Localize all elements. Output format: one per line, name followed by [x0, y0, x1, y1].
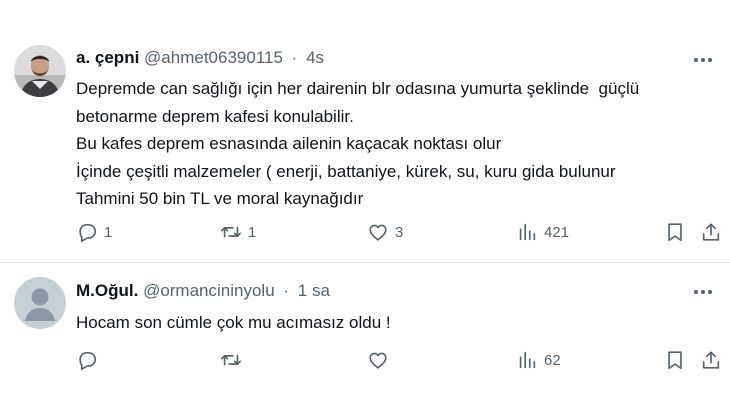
display-name[interactable]: a. çepni: [76, 48, 139, 67]
more-options-button[interactable]: [690, 50, 716, 70]
retweet-count: 1: [248, 223, 257, 241]
bookmark-button[interactable]: [664, 347, 686, 373]
views-bar-chart-icon: [519, 351, 536, 369]
tweet-header: M.Oğul. @ormancininyolu · 1 sa: [76, 281, 330, 301]
tweet-header: a. çepni @ahmet06390115 · 4s: [76, 48, 324, 68]
share-upload-icon: [702, 223, 720, 241]
bookmark-icon: [668, 351, 682, 370]
timestamp[interactable]: 1 sa: [298, 281, 330, 300]
like-button[interactable]: 3: [367, 219, 403, 245]
separator-dot: ·: [283, 281, 290, 300]
bookmark-icon: [668, 223, 682, 242]
retweet-icon: [221, 226, 241, 238]
user-photo-avatar-icon: [14, 45, 66, 97]
reply-count: 1: [104, 223, 113, 241]
separator-dot: ·: [291, 48, 298, 67]
view-count: 62: [544, 351, 561, 369]
tweet-text-line: İçinde çeşitli malzemeler ( enerji, batt…: [76, 161, 616, 181]
reply-button[interactable]: 1: [76, 219, 112, 245]
reply-button[interactable]: [76, 347, 104, 373]
like-count: 3: [395, 223, 404, 241]
heart-icon: [369, 352, 387, 369]
share-upload-icon: [702, 351, 720, 369]
retweet-icon: [221, 354, 241, 366]
more-options-button[interactable]: [690, 282, 716, 302]
tweet-text-line: Tahmini 50 bin TL ve moral kaynağıdır: [76, 189, 364, 208]
timestamp[interactable]: 4s: [306, 48, 324, 67]
retweet-button[interactable]: 1: [220, 219, 256, 245]
avatar[interactable]: [14, 45, 66, 97]
display-name[interactable]: M.Oğul.: [76, 281, 138, 300]
share-button[interactable]: [700, 347, 722, 373]
more-horizontal-icon: [694, 290, 712, 294]
avatar[interactable]: [14, 277, 66, 329]
views-button[interactable]: 421: [516, 219, 569, 245]
default-avatar-icon: [14, 277, 66, 329]
views-button[interactable]: 62: [516, 347, 561, 373]
tweet-actions: 62: [76, 347, 720, 373]
user-handle[interactable]: @ormancininyolu: [143, 281, 275, 300]
more-horizontal-icon: [694, 58, 712, 62]
like-button[interactable]: [367, 347, 395, 373]
heart-icon: [369, 224, 387, 241]
tweet-text: Depremde can sağlığı için her dairenin b…: [76, 75, 716, 213]
retweet-button[interactable]: [220, 347, 248, 373]
user-handle[interactable]: @ahmet06390115: [144, 48, 283, 67]
bookmark-button[interactable]: [664, 219, 686, 245]
tweet-text-line: betonarme deprem kafesi konulabilir.: [76, 106, 354, 126]
tweet-text-line: Hocam son cümle çok mu acımasız oldu !: [76, 313, 391, 332]
view-count: 421: [544, 223, 570, 241]
tweet[interactable]: M.Oğul. @ormancininyolu · 1 sa Hocam son…: [0, 262, 730, 420]
tweet-text-line: Depremde can sağlığı için her dairenin b…: [76, 79, 640, 98]
reply-bubble-icon: [79, 224, 97, 242]
views-bar-chart-icon: [519, 223, 536, 241]
tweet-text: Hocam son cümle çok mu acımasız oldu !: [76, 309, 716, 337]
tweet-text-line: Bu kafes deprem esnasında ailenin kaçaca…: [76, 134, 502, 153]
tweet[interactable]: a. çepni @ahmet06390115 · 4s Depremde ca…: [0, 0, 730, 262]
tweet-actions: 1 1 3 421: [76, 219, 720, 245]
share-button[interactable]: [700, 219, 722, 245]
reply-bubble-icon: [79, 352, 97, 370]
